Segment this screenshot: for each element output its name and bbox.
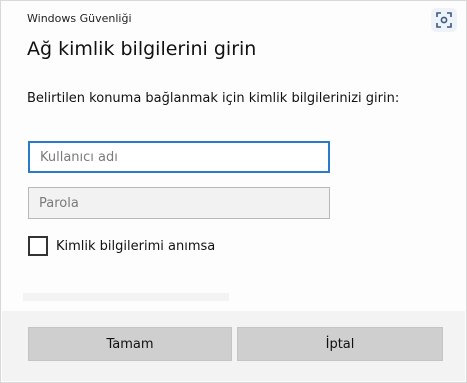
remember-label: Kimlik bilgilerimi anımsa xyxy=(56,238,216,254)
screen-capture-icon[interactable] xyxy=(431,8,457,32)
instruction-text: Belirtilen konuma bağlanmak için kimlik … xyxy=(27,91,400,106)
dialog-heading: Ağ kimlik bilgilerini girin xyxy=(27,38,257,60)
cancel-button[interactable]: İptal xyxy=(237,327,443,361)
password-input[interactable] xyxy=(28,187,330,219)
window-title: Windows Güvenliği xyxy=(27,12,132,25)
username-input[interactable] xyxy=(28,141,330,173)
remember-credentials-option[interactable]: Kimlik bilgilerimi anımsa xyxy=(28,236,215,256)
ok-button[interactable]: Tamam xyxy=(28,327,232,361)
credentials-dialog: Windows Güvenliği Ağ kimlik bilgilerini … xyxy=(0,0,467,383)
remember-checkbox[interactable] xyxy=(28,236,48,256)
divider xyxy=(23,293,229,301)
